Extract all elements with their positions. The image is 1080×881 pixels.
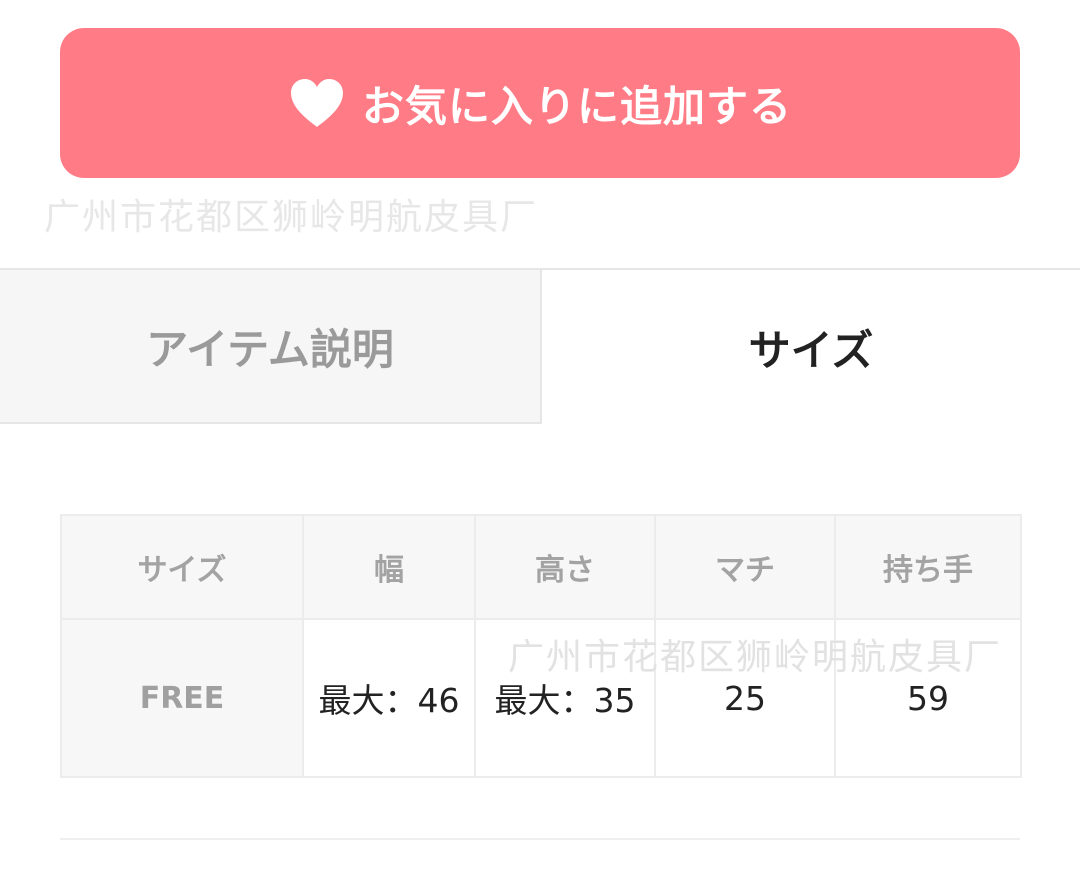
cell-depth: 25 xyxy=(654,618,836,778)
tab-item-description[interactable]: アイテム説明 xyxy=(0,270,542,424)
add-to-favorites-label: お気に入りに追加する xyxy=(361,81,792,131)
cell-size-name: FREE xyxy=(60,618,304,778)
tab-bar: アイテム説明 サイズ xyxy=(0,268,1080,424)
column-header-depth: マチ xyxy=(654,514,836,620)
heart-icon xyxy=(290,79,343,127)
table-header-row: サイズ 幅 高さ マチ 持ち手 xyxy=(60,514,1022,620)
add-to-favorites-button[interactable]: お気に入りに追加する xyxy=(60,28,1020,178)
cell-height: 最大：35 xyxy=(474,618,656,778)
column-header-height: 高さ xyxy=(474,514,656,620)
column-header-handle: 持ち手 xyxy=(834,514,1022,620)
page: お気に入りに追加する 广州市花都区狮岭明航皮具厂 アイテム説明 サイズ サイズ … xyxy=(0,0,1080,881)
watermark: 广州市花都区狮岭明航皮具厂 xyxy=(44,197,539,238)
tab-size[interactable]: サイズ xyxy=(542,270,1080,424)
cell-width: 最大：46 xyxy=(302,618,476,778)
size-table: サイズ 幅 高さ マチ 持ち手 FREE 最大：46 最大：35 25 59 xyxy=(60,514,1022,778)
table-row: FREE 最大：46 最大：35 25 59 xyxy=(60,618,1022,778)
cell-handle: 59 xyxy=(834,618,1022,778)
column-header-width: 幅 xyxy=(302,514,476,620)
column-header-size: サイズ xyxy=(60,514,304,620)
divider xyxy=(60,838,1020,840)
